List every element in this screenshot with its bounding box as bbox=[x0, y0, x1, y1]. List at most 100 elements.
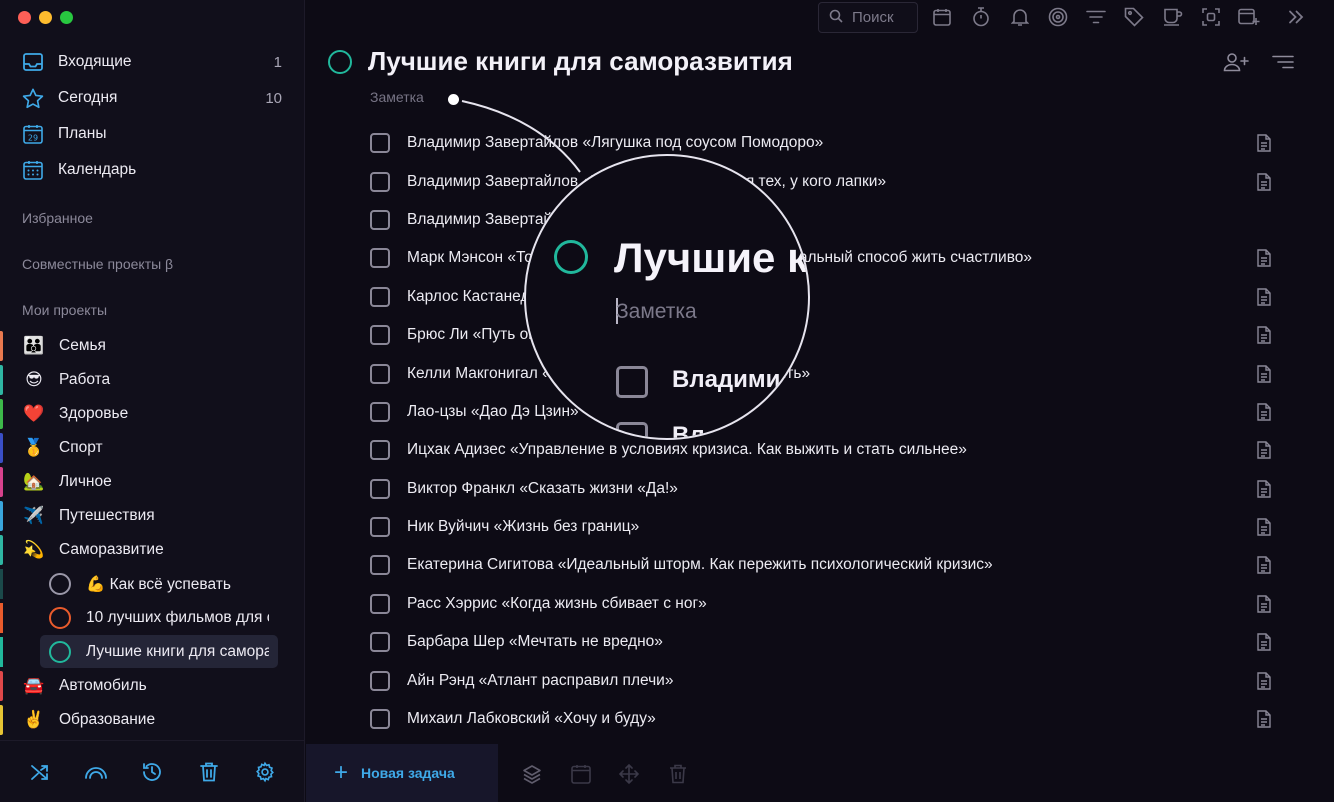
nav-item-today[interactable]: Сегодня 10 bbox=[0, 80, 304, 116]
note-document-icon[interactable] bbox=[1256, 288, 1272, 306]
radar-icon[interactable] bbox=[1047, 6, 1069, 28]
note-document-icon[interactable] bbox=[1256, 480, 1272, 498]
note-document-icon[interactable] bbox=[1256, 249, 1272, 268]
note-document-icon[interactable] bbox=[1256, 518, 1272, 536]
note-document-icon[interactable] bbox=[1256, 710, 1272, 728]
coffee-cup-icon[interactable] bbox=[1162, 6, 1184, 28]
task-text[interactable]: Ицхак Адизес «Управление в условиях криз… bbox=[407, 441, 967, 459]
task-checkbox[interactable] bbox=[370, 133, 390, 154]
add-card-icon[interactable] bbox=[1238, 6, 1260, 28]
task-checkbox[interactable] bbox=[370, 286, 390, 307]
task-text[interactable]: Владимир Завертайлов «Лягушка под соусом… bbox=[407, 134, 823, 152]
note-document-icon[interactable] bbox=[1256, 403, 1272, 421]
minimize-window-button[interactable] bbox=[39, 11, 52, 24]
task-checkbox[interactable] bbox=[370, 440, 390, 461]
task-row[interactable]: Владимир Завертайлов «Тайм-менеджмент дл… bbox=[370, 162, 1272, 200]
project-item-family[interactable]: 👪 Семья bbox=[0, 329, 304, 363]
bell-icon[interactable] bbox=[1009, 6, 1031, 28]
task-text[interactable]: Ник Вуйчич «Жизнь без границ» bbox=[407, 518, 639, 536]
task-row[interactable]: Расс Хэррис «Когда жизнь сбивает с ног» bbox=[370, 585, 1272, 623]
trash-disabled-icon[interactable] bbox=[666, 762, 690, 786]
task-checkbox[interactable] bbox=[370, 209, 390, 230]
tag-icon[interactable] bbox=[1123, 6, 1145, 28]
task-text[interactable]: Барбара Шер «Мечтать не вредно» bbox=[407, 633, 663, 651]
history-icon[interactable] bbox=[138, 758, 166, 786]
note-field[interactable]: Заметка bbox=[370, 89, 424, 105]
nav-item-calendar[interactable]: Календарь bbox=[0, 152, 304, 188]
task-checkbox[interactable] bbox=[370, 670, 390, 691]
task-row[interactable]: Виктор Франкл «Сказать жизни «Да!» bbox=[370, 470, 1272, 508]
close-window-button[interactable] bbox=[18, 11, 31, 24]
task-row[interactable]: Владимир Завертайлов «Хочу всё успеть» bbox=[370, 201, 1272, 239]
task-checkbox[interactable] bbox=[370, 517, 390, 538]
task-checkbox[interactable] bbox=[370, 401, 390, 422]
focus-frame-icon[interactable] bbox=[1200, 6, 1222, 28]
task-checkbox[interactable] bbox=[370, 555, 390, 576]
task-text[interactable]: Виктор Франкл «Сказать жизни «Да!» bbox=[407, 480, 678, 498]
project-item-sport[interactable]: 🥇 Спорт bbox=[0, 431, 304, 465]
task-row[interactable]: Ник Вуйчич «Жизнь без границ» bbox=[370, 508, 1272, 546]
task-row[interactable]: Брюс Ли «Путь опережающего кулака» bbox=[370, 316, 1272, 354]
project-item-work[interactable]: 😎 Работа bbox=[0, 363, 304, 397]
shuffle-icon[interactable] bbox=[26, 758, 54, 786]
filter-icon[interactable] bbox=[1085, 6, 1107, 28]
project-item-education[interactable]: ✌️ Образование bbox=[0, 703, 304, 737]
task-checkbox[interactable] bbox=[370, 593, 390, 614]
project-item-travel[interactable]: ✈️ Путешествия bbox=[0, 499, 304, 533]
project-status-circle[interactable] bbox=[328, 49, 352, 74]
new-task-button[interactable]: + Новая задача bbox=[306, 744, 498, 802]
favorites-heading[interactable]: Избранное bbox=[22, 210, 93, 226]
note-document-icon[interactable] bbox=[1256, 556, 1272, 575]
search-field[interactable]: Поиск bbox=[818, 2, 918, 33]
add-member-icon[interactable] bbox=[1223, 52, 1249, 72]
sort-menu-icon[interactable] bbox=[1270, 52, 1296, 72]
task-checkbox[interactable] bbox=[370, 363, 390, 384]
note-document-icon[interactable] bbox=[1256, 633, 1272, 651]
note-document-icon[interactable] bbox=[1256, 595, 1272, 613]
task-row[interactable]: Барбара Шер «Мечтать не вредно» bbox=[370, 623, 1272, 661]
task-row[interactable]: Карлос Кастанеда «Путь воина» bbox=[370, 278, 1272, 316]
page-title[interactable]: Лучшие книги для саморазвития bbox=[368, 46, 793, 77]
chevrons-right-icon[interactable] bbox=[1285, 6, 1307, 28]
task-row[interactable]: Лао-цзы «Дао Дэ Цзин» bbox=[370, 393, 1272, 431]
trash-icon[interactable] bbox=[195, 758, 223, 786]
task-checkbox[interactable] bbox=[370, 248, 390, 269]
project-item-personal[interactable]: 🏡 Личное bbox=[0, 465, 304, 499]
task-checkbox[interactable] bbox=[370, 325, 390, 346]
settings-gear-icon[interactable] bbox=[251, 758, 279, 786]
task-row[interactable]: Екатерина Сигитова «Идеальный шторм. Как… bbox=[370, 546, 1272, 584]
note-document-icon[interactable] bbox=[1256, 671, 1272, 690]
task-row[interactable]: Марк Мэнсон «Тонкое искусство пофигизма:… bbox=[370, 239, 1272, 277]
project-item-health[interactable]: ❤️ Здоровье bbox=[0, 397, 304, 431]
task-row[interactable]: Владимир Завертайлов «Лягушка под соусом… bbox=[370, 124, 1272, 162]
task-row[interactable]: Ицхак Адизес «Управление в условиях криз… bbox=[370, 431, 1272, 469]
nav-item-plans[interactable]: 29 Планы bbox=[0, 116, 304, 152]
task-text[interactable]: Екатерина Сигитова «Идеальный шторм. Как… bbox=[407, 556, 993, 574]
shared-projects-heading[interactable]: Совместные проекты β bbox=[22, 256, 173, 272]
task-text[interactable]: Айн Рэнд «Атлант расправил плечи» bbox=[407, 672, 673, 690]
task-checkbox[interactable] bbox=[370, 171, 390, 192]
task-checkbox[interactable] bbox=[370, 632, 390, 653]
timer-icon[interactable] bbox=[970, 6, 992, 28]
project-item-self-development[interactable]: 💫 Саморазвитие bbox=[0, 533, 304, 567]
note-document-icon[interactable] bbox=[1256, 134, 1272, 152]
note-document-icon[interactable] bbox=[1256, 172, 1272, 191]
zoom-window-button[interactable] bbox=[60, 11, 73, 24]
task-text[interactable]: Михаил Лабковский «Хочу и буду» bbox=[407, 710, 656, 728]
task-text[interactable]: Расс Хэррис «Когда жизнь сбивает с ног» bbox=[407, 595, 707, 613]
nav-item-inbox[interactable]: Входящие 1 bbox=[0, 44, 304, 80]
subproject-item-keep-up[interactable]: 💪 Как всё успевать bbox=[0, 567, 304, 601]
note-document-icon[interactable] bbox=[1256, 364, 1272, 383]
task-text[interactable]: Лао-цзы «Дао Дэ Цзин» bbox=[407, 403, 579, 421]
layers-icon[interactable] bbox=[520, 762, 544, 786]
note-document-icon[interactable] bbox=[1256, 441, 1272, 460]
task-checkbox[interactable] bbox=[370, 709, 390, 730]
rainbow-icon[interactable] bbox=[82, 758, 110, 786]
move-icon[interactable] bbox=[617, 762, 641, 786]
task-row[interactable]: Михаил Лабковский «Хочу и буду» bbox=[370, 700, 1272, 738]
task-row[interactable]: Айн Рэнд «Атлант расправил плечи» bbox=[370, 661, 1272, 699]
my-projects-heading[interactable]: Мои проекты bbox=[22, 302, 107, 318]
task-row[interactable]: Келли Макгонигал «Сила воли. Как развить… bbox=[370, 354, 1272, 392]
note-document-icon[interactable] bbox=[1256, 326, 1272, 344]
task-checkbox[interactable] bbox=[370, 478, 390, 499]
